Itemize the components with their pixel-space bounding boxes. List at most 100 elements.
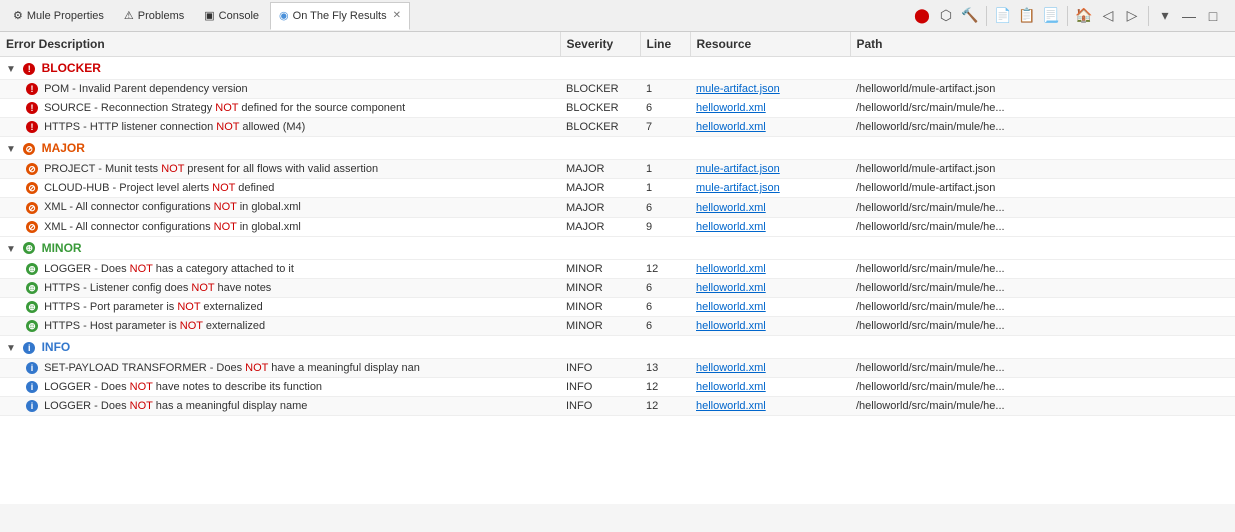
cell-severity: MINOR (560, 316, 640, 335)
cell-resource: mule-artifact.json (690, 80, 850, 99)
resource-link[interactable]: helloworld.xml (696, 121, 766, 133)
description-text: CLOUD-HUB - Project level alerts NOT def… (44, 182, 274, 194)
table-row[interactable]: i LOGGER - Does NOT have notes to descri… (0, 378, 1235, 397)
resource-link[interactable]: helloworld.xml (696, 362, 766, 374)
resource-link[interactable]: helloworld.xml (696, 400, 766, 412)
resource-link[interactable]: helloworld.xml (696, 263, 766, 275)
table-row[interactable]: ⊘ XML - All connector configurations NOT… (0, 198, 1235, 217)
cell-path: /helloworld/src/main/mule/he... (850, 297, 1235, 316)
resource-link[interactable]: mule-artifact.json (696, 83, 780, 95)
cell-description: ⊘ XML - All connector configurations NOT… (0, 198, 560, 217)
category-row-minor[interactable]: ▼ ⊕ MINOR (0, 236, 1235, 259)
close-tab-icon[interactable]: ✕ (393, 10, 401, 21)
table-row[interactable]: ! POM - Invalid Parent dependency versio… (0, 80, 1235, 99)
table-row[interactable]: ⊕ LOGGER - Does NOT has a category attac… (0, 259, 1235, 278)
severity-value: MAJOR (566, 182, 605, 194)
hammer-icon[interactable]: 🔨 (960, 6, 980, 26)
tab-on-the-fly[interactable]: ◉ On The Fly Results ✕ (270, 2, 410, 30)
severity-value: INFO (566, 400, 592, 412)
cell-path: /helloworld/src/main/mule/he... (850, 99, 1235, 118)
table-row[interactable]: ! HTTPS - HTTP listener connection NOT a… (0, 118, 1235, 137)
cell-path: /helloworld/src/main/mule/he... (850, 397, 1235, 416)
resource-link[interactable]: helloworld.xml (696, 202, 766, 214)
tab-console[interactable]: ▣ Console (195, 2, 268, 30)
path-value: /helloworld/src/main/mule/he... (856, 362, 1005, 374)
path-value: /helloworld/src/main/mule/he... (856, 282, 1005, 294)
cell-resource: helloworld.xml (690, 378, 850, 397)
table-row[interactable]: i SET-PAYLOAD TRANSFORMER - Does NOT hav… (0, 359, 1235, 378)
resource-link[interactable]: helloworld.xml (696, 282, 766, 294)
description-text: SOURCE - Reconnection Strategy NOT defin… (44, 102, 405, 114)
severity-value: MINOR (566, 320, 603, 332)
line-value: 7 (646, 121, 652, 133)
resource-link[interactable]: helloworld.xml (696, 320, 766, 332)
tab-mule-properties[interactable]: ⚙ Mule Properties (4, 2, 113, 30)
table-row[interactable]: ⊘ XML - All connector configurations NOT… (0, 217, 1235, 236)
doc-icon[interactable]: 📄 (993, 6, 1013, 26)
cell-resource: mule-artifact.json (690, 160, 850, 179)
resource-link[interactable]: mule-artifact.json (696, 182, 780, 194)
path-value: /helloworld/src/main/mule/he... (856, 263, 1005, 275)
line-value: 6 (646, 282, 652, 294)
table-row[interactable]: ⊘ CLOUD-HUB - Project level alerts NOT d… (0, 179, 1235, 198)
resource-link[interactable]: helloworld.xml (696, 102, 766, 114)
stop-icon[interactable]: ⬤ (912, 6, 932, 26)
home-icon[interactable]: 🏠 (1074, 6, 1094, 26)
category-row-blocker[interactable]: ▼ ! BLOCKER (0, 57, 1235, 80)
maximize-icon[interactable]: □ (1203, 6, 1223, 26)
path-value: /helloworld/src/main/mule/he... (856, 102, 1005, 114)
tab-problems[interactable]: ⚠ Problems (115, 2, 193, 30)
description-text: SET-PAYLOAD TRANSFORMER - Does NOT have … (44, 362, 420, 374)
table-row[interactable]: ⊕ HTTPS - Port parameter is NOT external… (0, 297, 1235, 316)
chevron-icon: ▼ (6, 144, 16, 155)
minimize-icon[interactable]: — (1179, 6, 1199, 26)
cell-line: 1 (640, 179, 690, 198)
resource-link[interactable]: mule-artifact.json (696, 163, 780, 175)
console-label: Console (219, 10, 259, 22)
resource-link[interactable]: helloworld.xml (696, 301, 766, 313)
severity-value: INFO (566, 381, 592, 393)
cell-severity: MINOR (560, 259, 640, 278)
cell-severity: BLOCKER (560, 99, 640, 118)
mule-properties-label: Mule Properties (27, 10, 104, 22)
severity-value: BLOCKER (566, 83, 619, 95)
resource-link[interactable]: helloworld.xml (696, 221, 766, 233)
cell-line: 7 (640, 118, 690, 137)
table-row[interactable]: ⊕ HTTPS - Listener config does NOT have … (0, 278, 1235, 297)
line-value: 9 (646, 221, 652, 233)
table-row[interactable]: ! SOURCE - Reconnection Strategy NOT def… (0, 99, 1235, 118)
category-row-info[interactable]: ▼ i INFO (0, 336, 1235, 359)
cell-path: /helloworld/src/main/mule/he... (850, 278, 1235, 297)
category-row-major[interactable]: ▼ ⊘ MAJOR (0, 137, 1235, 160)
line-value: 12 (646, 381, 658, 393)
resource-link[interactable]: helloworld.xml (696, 381, 766, 393)
cell-path: /helloworld/src/main/mule/he... (850, 378, 1235, 397)
forward-icon[interactable]: ▷ (1122, 6, 1142, 26)
cell-description: ⊕ HTTPS - Port parameter is NOT external… (0, 297, 560, 316)
description-text: HTTPS - Host parameter is NOT externaliz… (44, 320, 265, 332)
col-header-error: Error Description (0, 32, 560, 57)
top-toolbar: ⚙ Mule Properties ⚠ Problems ▣ Console ◉… (0, 0, 1235, 32)
cell-description: ⊕ HTTPS - Listener config does NOT have … (0, 278, 560, 297)
category-label: MAJOR (42, 141, 85, 155)
cell-severity: MAJOR (560, 217, 640, 236)
description-text: LOGGER - Does NOT has a meaningful displ… (44, 400, 307, 412)
on-the-fly-label: On The Fly Results (293, 10, 387, 22)
minor-icon: ⊕ (23, 242, 35, 254)
path-value: /helloworld/mule-artifact.json (856, 83, 995, 95)
back-icon[interactable]: ◁ (1098, 6, 1118, 26)
doc2-icon[interactable]: 📋 (1017, 6, 1037, 26)
table-row[interactable]: ⊕ HTTPS - Host parameter is NOT external… (0, 316, 1235, 335)
record-icon[interactable]: ⬡ (936, 6, 956, 26)
minor-icon: ⊕ (26, 282, 38, 294)
mule-properties-icon: ⚙ (13, 9, 23, 22)
description-text: LOGGER - Does NOT has a category attache… (44, 263, 294, 275)
more-icon[interactable]: ▾ (1155, 6, 1175, 26)
doc3-icon[interactable]: 📃 (1041, 6, 1061, 26)
category-label: BLOCKER (42, 61, 101, 75)
toolbar-actions: ⬤ ⬡ 🔨 📄 📋 📃 🏠 ◁ ▷ ▾ — □ (912, 6, 1231, 26)
blocker-icon: ! (23, 63, 35, 75)
table-row[interactable]: ⊘ PROJECT - Munit tests NOT present for … (0, 160, 1235, 179)
col-header-severity: Severity (560, 32, 640, 57)
table-row[interactable]: i LOGGER - Does NOT has a meaningful dis… (0, 397, 1235, 416)
